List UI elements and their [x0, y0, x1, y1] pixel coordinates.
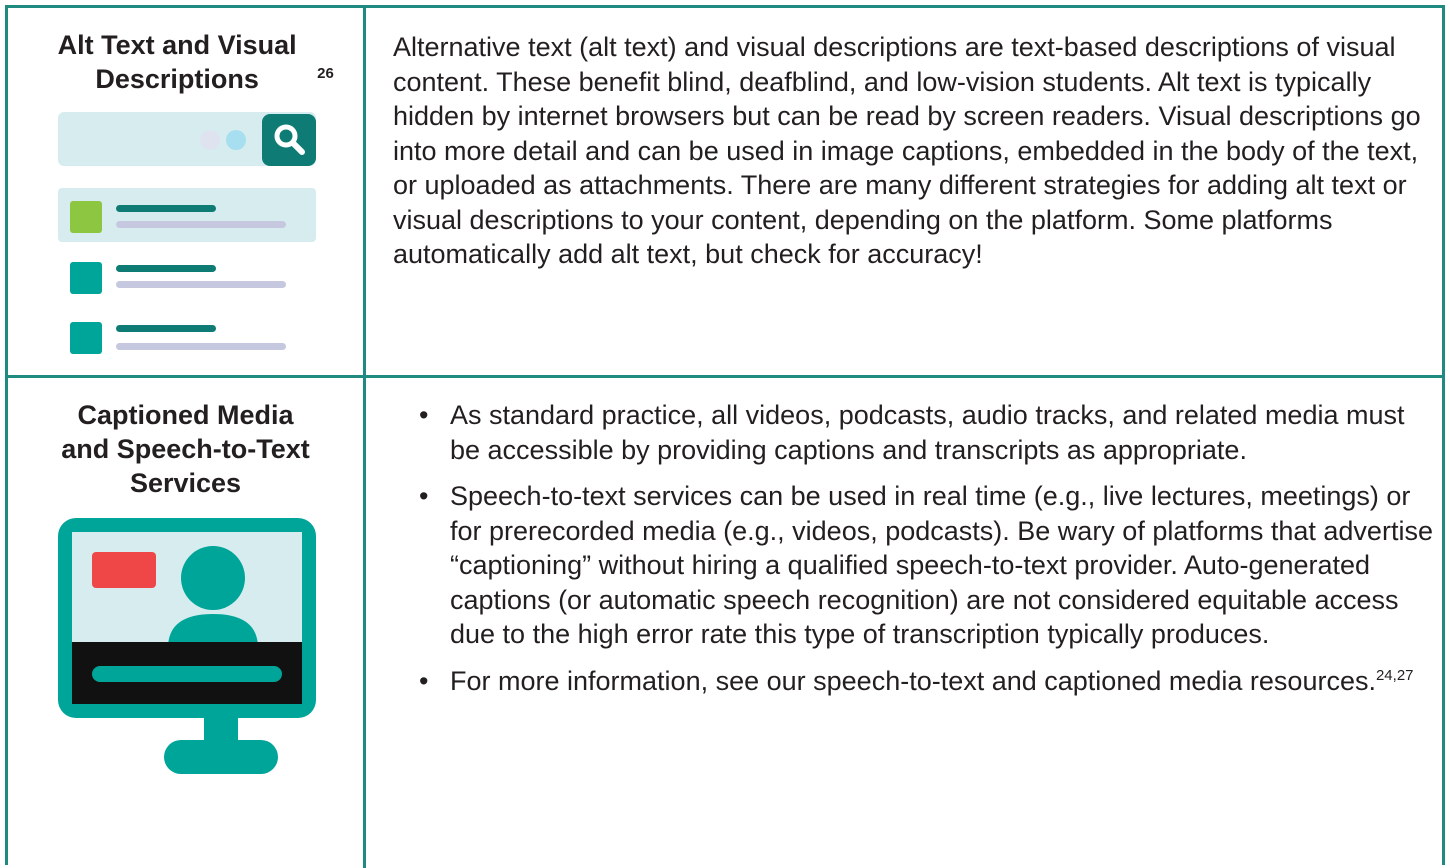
alt-text-description: Alternative text (alt text) and visual d… — [393, 32, 1421, 269]
captioned-label-line2: and Speech-to-Text — [61, 434, 310, 464]
footnote-ref-26: 26 — [317, 65, 334, 82]
table-row-alt-text: Alt Text and Visual Descriptions 26 Alter… — [8, 8, 1442, 378]
footnote-refs: 24,27 — [1375, 666, 1414, 684]
captioned-media-list: • As standard practice, all videos, podca… — [393, 398, 1433, 710]
list-item: • Speech-to-text services can be used in … — [419, 481, 1433, 649]
row-label-alt-text: Alt Text and Visual Descriptions 26 — [8, 28, 363, 96]
row-label-captioned-media: Captioned Media and Speech-to-Text Servi… — [8, 398, 363, 500]
captioned-label-line3: Services — [129, 468, 242, 498]
table-row-captioned-media: Captioned Media and Speech-to-Text Servi… — [8, 378, 1442, 868]
list-item: • For more information, see our speech-to… — [419, 665, 1414, 696]
search-results-icon — [58, 112, 316, 354]
list-item: • As standard practice, all videos, podca… — [419, 400, 1405, 465]
captioned-label-line1: Captioned Media — [77, 400, 294, 430]
video-monitor-icon — [58, 518, 316, 774]
alt-text-label-text: Alt Text and Visual Descriptions — [57, 30, 297, 94]
accessibility-table: Alt Text and Visual Descriptions 26 Alter… — [5, 5, 1445, 868]
